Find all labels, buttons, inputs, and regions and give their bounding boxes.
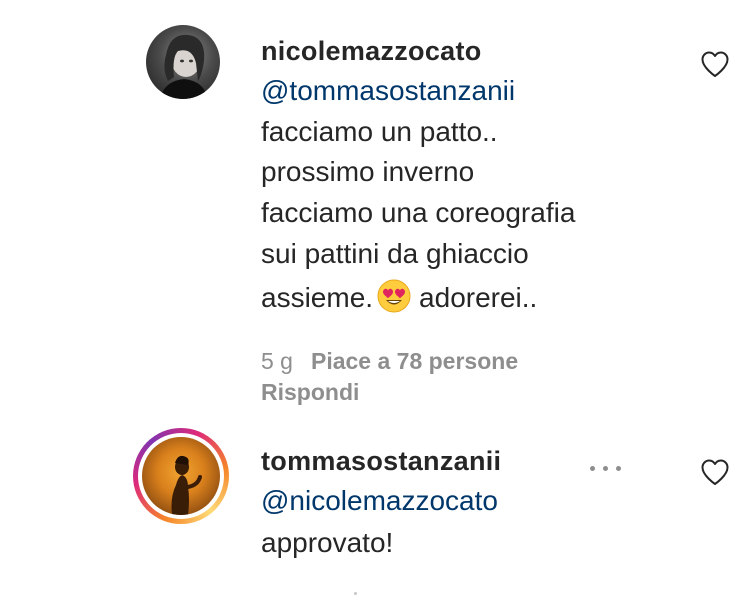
comment-likes-count[interactable]: Piace a 78 persone bbox=[311, 348, 518, 374]
comment-meta: 5 g Piace a 78 persone bbox=[261, 348, 518, 375]
comment-mention[interactable]: @tommasostanzanii bbox=[261, 75, 515, 107]
comment-text-line: facciamo un patto.. bbox=[261, 116, 498, 147]
more-options-icon[interactable] bbox=[588, 461, 624, 475]
avatar-nicolemazzocato[interactable] bbox=[146, 25, 220, 99]
comment-text-fragment: adorerei.. bbox=[419, 282, 538, 313]
reply-button[interactable]: Rispondi bbox=[261, 379, 359, 406]
comment-text-line: sui pattini da ghiaccio bbox=[261, 238, 529, 269]
heart-eyes-emoji-icon bbox=[377, 279, 411, 313]
heart-outline-icon[interactable] bbox=[700, 50, 730, 78]
comment-username[interactable]: tommasostanzanii bbox=[261, 446, 501, 477]
comment-mention[interactable]: @nicolemazzocato bbox=[261, 485, 498, 517]
comment-text-line: approvato! bbox=[261, 527, 394, 558]
scroll-indicator bbox=[354, 592, 357, 595]
comment-text-line: prossimo inverno bbox=[261, 156, 475, 187]
comments-panel: nicolemazzocato @tommasostanzanii faccia… bbox=[0, 0, 740, 597]
comment-text-fragment: assieme. bbox=[261, 282, 374, 313]
comment-text-line-last: assieme. adorerei.. bbox=[261, 279, 537, 314]
comment-text-line: facciamo una coreografia bbox=[261, 197, 576, 228]
heart-outline-icon[interactable] bbox=[700, 458, 730, 486]
comment-timestamp: 5 g bbox=[261, 348, 293, 374]
avatar-tommasostanzanii[interactable] bbox=[133, 428, 229, 524]
comment-username[interactable]: nicolemazzocato bbox=[261, 36, 482, 67]
